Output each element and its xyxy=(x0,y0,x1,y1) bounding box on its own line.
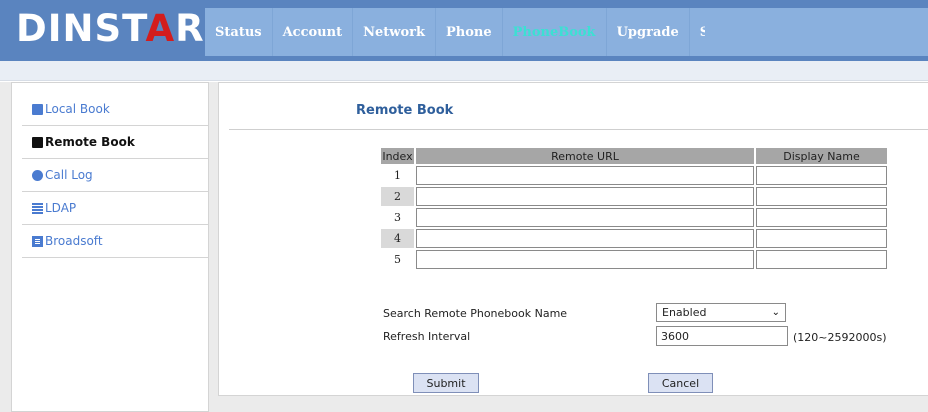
table-row: 3 xyxy=(381,208,887,227)
table-header-row: Index Remote URL Display Name xyxy=(381,148,887,164)
nav-phonebook[interactable]: PhoneBook xyxy=(503,8,607,56)
sidebar-item-local-book[interactable]: Local Book xyxy=(22,93,208,126)
select-value: Enabled xyxy=(662,306,707,319)
sidebar-item-label: Remote Book xyxy=(45,135,135,149)
row-index: 3 xyxy=(394,211,401,224)
dinstar-logo: DINSTAR xyxy=(16,7,205,50)
sidebar: Local Book Remote Book Call Log LDAP Bro… xyxy=(11,82,209,412)
table-row: 2 xyxy=(381,187,887,206)
table-row: 1 xyxy=(381,166,887,185)
display-name-input[interactable] xyxy=(756,250,887,269)
row-index: 1 xyxy=(394,169,401,182)
remote-url-input[interactable] xyxy=(416,229,754,248)
nav-upgrade[interactable]: Upgrade xyxy=(607,8,690,56)
refresh-interval-hint: (120~2592000s) xyxy=(793,331,887,344)
sidebar-item-label: Broadsoft xyxy=(45,234,103,248)
row-index: 2 xyxy=(381,187,414,206)
document-icon xyxy=(32,235,43,247)
table-row: 5 xyxy=(381,250,887,269)
display-name-input[interactable] xyxy=(756,187,887,206)
display-name-input[interactable] xyxy=(756,166,887,185)
row-index: 5 xyxy=(394,253,401,266)
search-remote-phonebook-label: Search Remote Phonebook Name xyxy=(383,307,568,320)
table-row: 4 xyxy=(381,229,887,248)
column-header-display-name: Display Name xyxy=(756,148,887,164)
remote-url-input[interactable] xyxy=(416,187,754,206)
sidebar-item-ldap[interactable]: LDAP xyxy=(22,192,208,225)
row-index: 4 xyxy=(381,229,414,248)
column-header-index: Index xyxy=(381,148,414,164)
sidebar-item-remote-book[interactable]: Remote Book xyxy=(22,126,208,159)
sidebar-item-label: LDAP xyxy=(45,201,77,215)
clock-icon xyxy=(32,169,43,181)
header-band xyxy=(0,61,928,81)
nav-account[interactable]: Account xyxy=(273,8,354,56)
book-icon xyxy=(32,103,43,115)
cancel-button[interactable]: Cancel xyxy=(648,373,713,393)
nav-status[interactable]: Status xyxy=(205,8,273,56)
nav-spacer xyxy=(705,8,928,56)
refresh-interval-input[interactable]: 3600 xyxy=(656,326,788,346)
remote-book-table: Index Remote URL Display Name 1 2 3 4 5 xyxy=(379,146,889,271)
sidebar-item-call-log[interactable]: Call Log xyxy=(22,159,208,192)
search-remote-phonebook-select[interactable]: Enabled ⌄ xyxy=(656,303,786,322)
refresh-interval-value: 3600 xyxy=(661,329,689,343)
refresh-interval-label: Refresh Interval xyxy=(383,330,471,343)
column-header-remote-url: Remote URL xyxy=(416,148,754,164)
remote-url-input[interactable] xyxy=(416,208,754,227)
sidebar-item-label: Local Book xyxy=(45,102,110,116)
sidebar-item-broadsoft[interactable]: Broadsoft xyxy=(22,225,208,258)
display-name-input[interactable] xyxy=(756,229,887,248)
main-nav: Status Account Network Phone PhoneBook U… xyxy=(205,8,772,56)
list-icon xyxy=(32,202,43,214)
main-panel: Remote Book Index Remote URL Display Nam… xyxy=(218,82,928,396)
remote-url-input[interactable] xyxy=(416,250,754,269)
book-icon xyxy=(32,136,43,148)
chevron-down-icon: ⌄ xyxy=(771,307,780,318)
sidebar-item-label: Call Log xyxy=(45,168,93,182)
nav-network[interactable]: Network xyxy=(353,8,436,56)
display-name-input[interactable] xyxy=(756,208,887,227)
nav-phone[interactable]: Phone xyxy=(436,8,503,56)
submit-button[interactable]: Submit xyxy=(413,373,479,393)
remote-url-input[interactable] xyxy=(416,166,754,185)
title-divider xyxy=(229,129,928,130)
page-title: Remote Book xyxy=(356,103,454,118)
